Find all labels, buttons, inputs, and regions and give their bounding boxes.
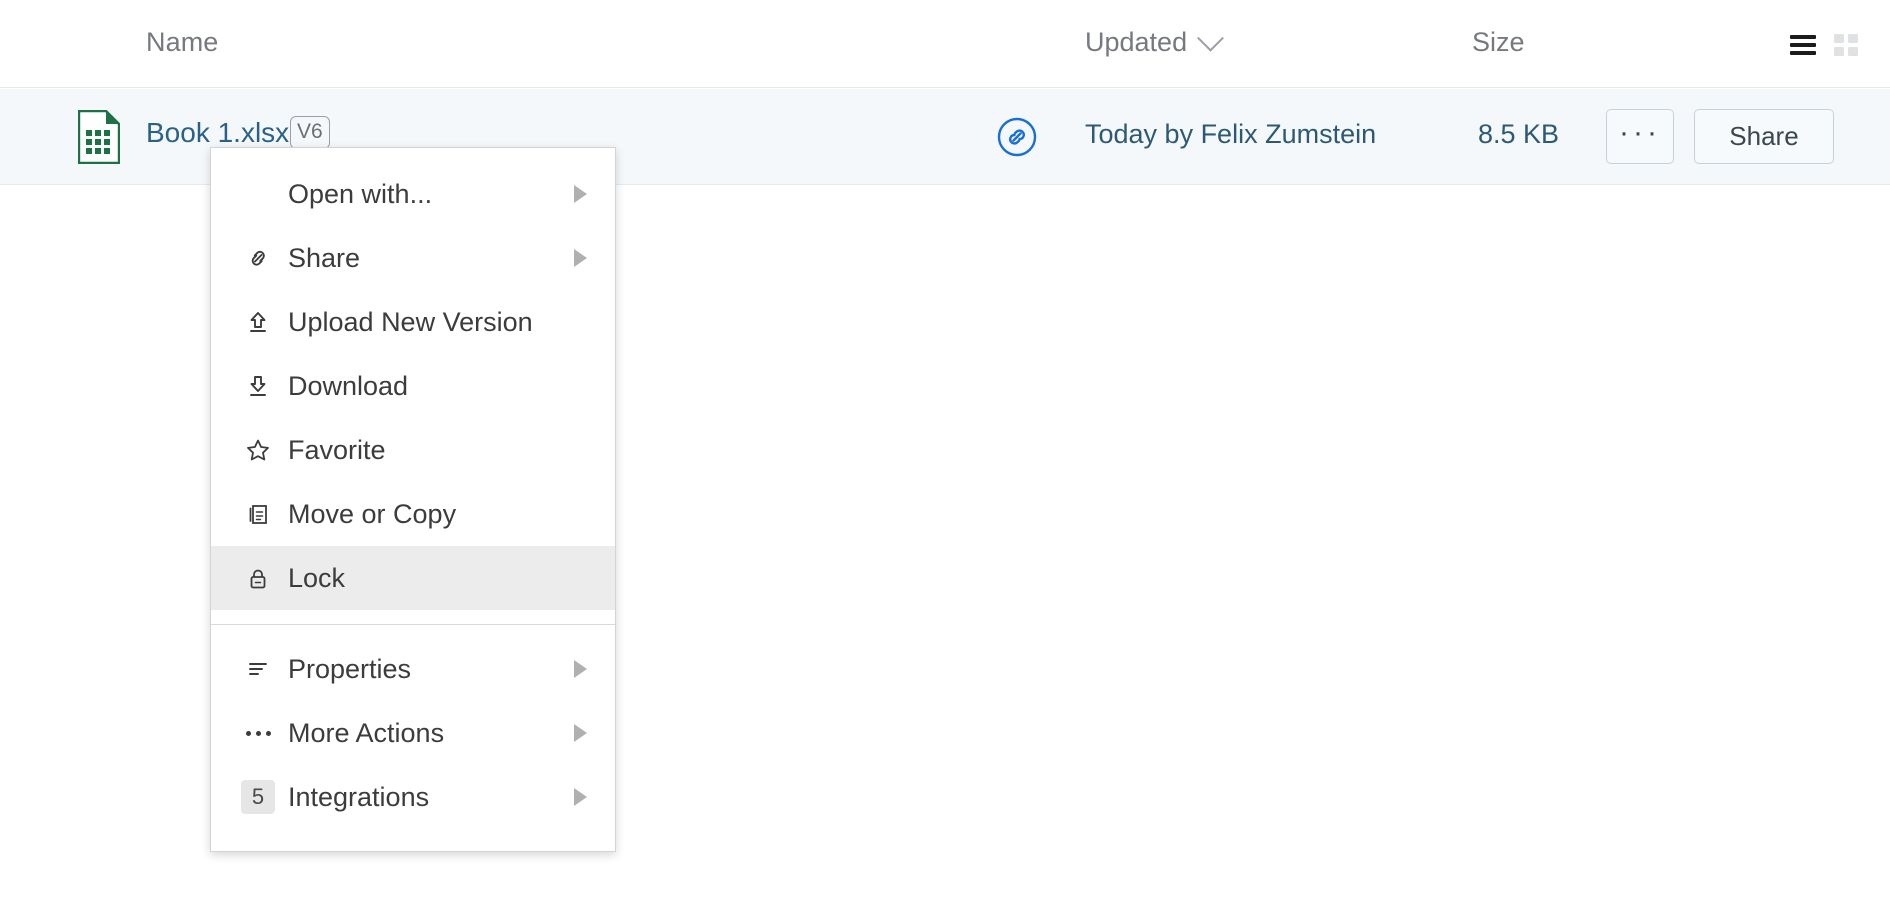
menu-item-integrations[interactable]: 5 Integrations	[211, 765, 615, 829]
context-menu-group-primary: Open with... Share Upload New Ver	[211, 162, 615, 610]
menu-item-label: Integrations	[288, 782, 429, 813]
menu-item-label: Download	[288, 371, 408, 402]
context-menu: Open with... Share Upload New Ver	[210, 147, 616, 852]
menu-item-label: Share	[288, 243, 360, 274]
excel-spreadsheet-icon	[78, 110, 120, 164]
download-icon	[241, 369, 275, 403]
file-updated-text: Today by Felix Zumstein	[1085, 119, 1376, 150]
ellipsis-icon	[241, 716, 275, 750]
link-icon	[241, 241, 275, 275]
column-header-updated-label: Updated	[1085, 27, 1187, 58]
no-icon-placeholder	[241, 177, 275, 211]
menu-item-move-or-copy[interactable]: Move or Copy	[211, 482, 615, 546]
menu-item-label: Lock	[288, 563, 345, 594]
share-button[interactable]: Share	[1694, 109, 1834, 164]
menu-item-favorite[interactable]: Favorite	[211, 418, 615, 482]
link-circle-icon[interactable]	[996, 116, 1038, 158]
submenu-arrow-icon	[574, 788, 587, 806]
menu-item-upload-new-version[interactable]: Upload New Version	[211, 290, 615, 354]
lock-icon	[241, 561, 275, 595]
submenu-arrow-icon	[574, 249, 587, 267]
upload-icon	[241, 305, 275, 339]
column-header-size[interactable]: Size	[1472, 27, 1525, 58]
chevron-down-icon	[1197, 25, 1224, 52]
menu-item-properties[interactable]: Properties	[211, 637, 615, 701]
column-header-updated[interactable]: Updated	[1085, 27, 1220, 58]
menu-item-label: Upload New Version	[288, 307, 533, 338]
menu-item-lock[interactable]: Lock	[211, 546, 615, 610]
grid-view-icon[interactable]	[1834, 34, 1858, 56]
menu-item-label: Properties	[288, 654, 411, 685]
menu-item-label: Move or Copy	[288, 499, 456, 530]
column-header-bar: Name Updated Size	[0, 0, 1890, 88]
submenu-arrow-icon	[574, 724, 587, 742]
copy-icon	[241, 497, 275, 531]
menu-item-share[interactable]: Share	[211, 226, 615, 290]
integrations-count-value: 5	[241, 780, 275, 814]
menu-item-open-with[interactable]: Open with...	[211, 162, 615, 226]
version-badge[interactable]: V6	[290, 116, 330, 149]
view-toggle	[1790, 34, 1858, 56]
submenu-arrow-icon	[574, 660, 587, 678]
more-options-button[interactable]: ···	[1606, 109, 1674, 164]
star-icon	[241, 433, 275, 467]
integrations-count-badge: 5	[241, 780, 275, 814]
properties-lines-icon	[241, 652, 275, 686]
file-size-text: 8.5 KB	[1478, 119, 1559, 150]
column-header-name[interactable]: Name	[146, 27, 218, 58]
menu-item-label: More Actions	[288, 718, 444, 749]
menu-item-more-actions[interactable]: More Actions	[211, 701, 615, 765]
menu-item-download[interactable]: Download	[211, 354, 615, 418]
menu-divider	[211, 624, 615, 625]
file-name-link[interactable]: Book 1.xlsx	[146, 117, 289, 149]
context-menu-group-secondary: Properties More Actions 5 Integrations	[211, 637, 615, 829]
menu-item-label: Favorite	[288, 435, 386, 466]
list-view-icon[interactable]	[1790, 35, 1816, 55]
menu-item-label: Open with...	[288, 179, 432, 210]
submenu-arrow-icon	[574, 185, 587, 203]
